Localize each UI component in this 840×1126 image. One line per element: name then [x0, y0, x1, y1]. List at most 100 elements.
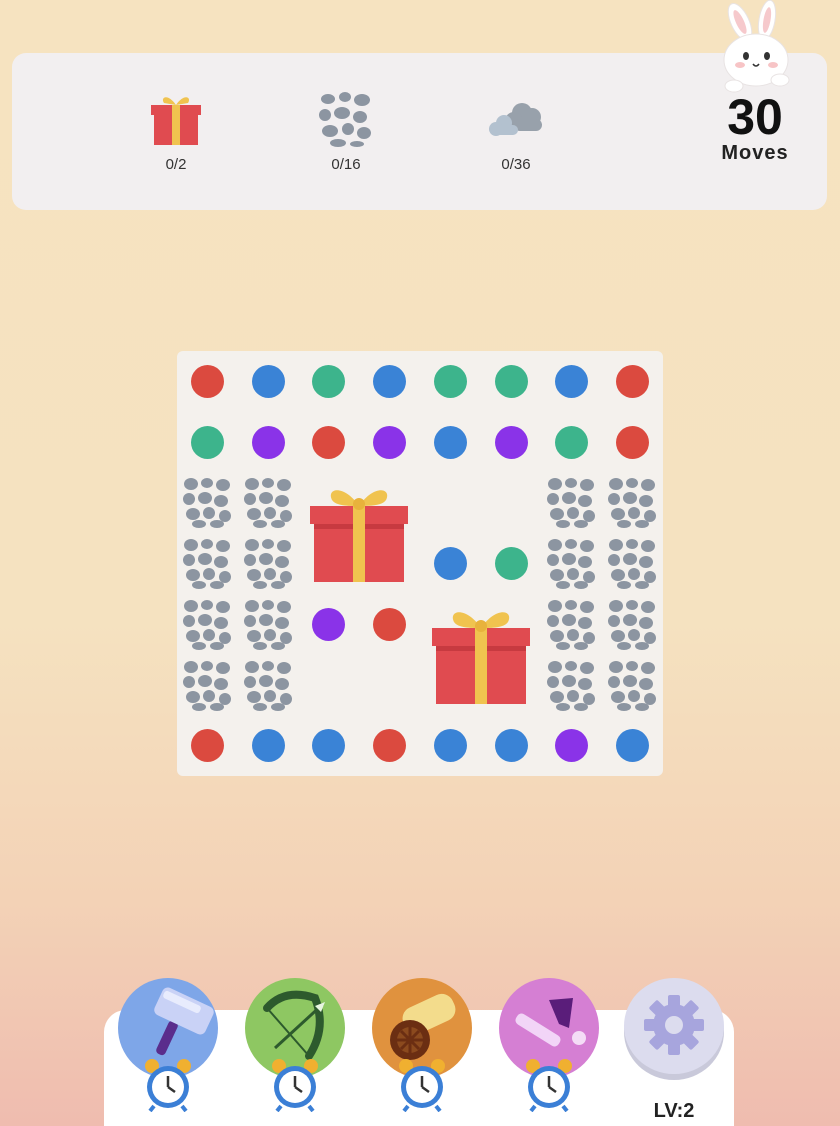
stone-blocker[interactable] [541, 594, 601, 654]
green-dot[interactable] [177, 412, 237, 472]
green-dot[interactable] [420, 351, 480, 411]
blue-dot-icon [433, 425, 467, 459]
blue-dot[interactable] [541, 351, 601, 411]
red-dot-icon [191, 365, 224, 398]
blue-dot[interactable] [420, 715, 480, 775]
green-dot-icon [312, 365, 346, 398]
moves-label: Moves [721, 142, 789, 164]
stone-icon [606, 476, 658, 529]
blue-dot-icon [615, 729, 649, 763]
red-dot[interactable] [298, 412, 358, 472]
stone-icon [545, 659, 597, 711]
goal-stone: 0/16 [286, 91, 406, 173]
purple-dot-icon [251, 425, 285, 459]
stone-icon [606, 598, 658, 650]
red-dot-icon [312, 425, 346, 459]
settings-button[interactable] [624, 978, 724, 1074]
purple-dot[interactable] [541, 715, 601, 775]
stone-blocker[interactable] [238, 533, 298, 593]
blue-dot-icon [433, 547, 467, 581]
goal-cloud: 0/36 [456, 91, 576, 173]
purple-dot-icon [494, 425, 528, 459]
blue-dot[interactable] [298, 715, 358, 775]
stone-blocker[interactable] [541, 533, 601, 593]
blue-dot[interactable] [602, 715, 662, 775]
empty-cell [298, 655, 358, 715]
green-dot-icon [433, 365, 467, 398]
stone-blocker[interactable] [177, 594, 237, 654]
stone-icon [606, 537, 658, 590]
stone-blocker[interactable] [177, 655, 237, 715]
empty-cell [359, 655, 419, 715]
stone-icon [319, 92, 371, 147]
gift-icon [151, 97, 201, 145]
blue-dot[interactable] [238, 351, 298, 411]
red-dot-icon [191, 729, 224, 763]
blue-dot[interactable] [359, 351, 419, 411]
stone-icon [545, 598, 597, 650]
purple-dot[interactable] [238, 412, 298, 472]
empty-cell [481, 472, 541, 532]
red-dot-icon [615, 425, 649, 459]
stone-icon [242, 598, 294, 650]
alarm-clock-icon [399, 1059, 445, 1112]
blue-dot-icon [494, 729, 528, 763]
green-dot-icon [494, 547, 528, 581]
level-label: LV:2 [653, 1100, 695, 1122]
stone-blocker[interactable] [177, 533, 237, 593]
purple-dot[interactable] [298, 594, 358, 654]
stone-icon [545, 476, 597, 529]
stone-icon [181, 537, 233, 590]
blue-dot[interactable] [481, 715, 541, 775]
stone-blocker[interactable] [602, 594, 662, 654]
moves-counter: 30 Moves [700, 92, 810, 165]
blue-dot[interactable] [420, 412, 480, 472]
stone-blocker[interactable] [541, 472, 601, 532]
goal-cloud-count: 0/36 [501, 156, 531, 173]
stone-icon [545, 537, 597, 590]
red-dot[interactable] [177, 351, 237, 411]
red-dot[interactable] [602, 412, 662, 472]
blue-dot-icon [555, 365, 589, 398]
gear-icon [644, 995, 704, 1055]
alarm-clock-icon [272, 1059, 318, 1112]
purple-dot[interactable] [481, 412, 541, 472]
green-dot[interactable] [541, 412, 601, 472]
red-dot-icon [373, 729, 407, 763]
alarm-clock-icon [145, 1059, 191, 1112]
red-dot[interactable] [177, 715, 237, 775]
stone-blocker[interactable] [602, 472, 662, 532]
green-dot[interactable] [481, 533, 541, 593]
moves-value: 30 [727, 89, 783, 145]
stone-blocker[interactable] [238, 655, 298, 715]
stone-blocker[interactable] [602, 655, 662, 715]
purple-dot[interactable] [359, 412, 419, 472]
stone-icon [181, 659, 233, 711]
red-dot[interactable] [359, 594, 419, 654]
gift-blocker[interactable] [304, 480, 414, 586]
stone-blocker[interactable] [602, 533, 662, 593]
gift-blocker[interactable] [426, 602, 536, 708]
purple-dot-icon [373, 425, 407, 459]
stone-blocker[interactable] [541, 655, 601, 715]
purple-dot-icon [312, 607, 346, 641]
stone-blocker[interactable] [238, 472, 298, 532]
purple-dot-icon [555, 729, 589, 763]
stone-icon [242, 659, 294, 711]
red-dot-icon [615, 365, 649, 398]
stone-blocker[interactable] [238, 594, 298, 654]
red-dot[interactable] [359, 715, 419, 775]
stone-blocker[interactable] [177, 472, 237, 532]
blue-dot-icon [312, 729, 346, 763]
green-dot-icon [555, 425, 589, 459]
blue-dot-icon [251, 365, 285, 398]
red-dot[interactable] [602, 351, 662, 411]
red-dot-icon [373, 607, 407, 641]
blue-dot[interactable] [238, 715, 298, 775]
green-dot[interactable] [298, 351, 358, 411]
goal-gift: 0/2 [116, 91, 236, 173]
blue-dot-icon [373, 365, 407, 398]
green-dot[interactable] [481, 351, 541, 411]
blue-dot[interactable] [420, 533, 480, 593]
goal-gift-count: 0/2 [165, 156, 187, 173]
